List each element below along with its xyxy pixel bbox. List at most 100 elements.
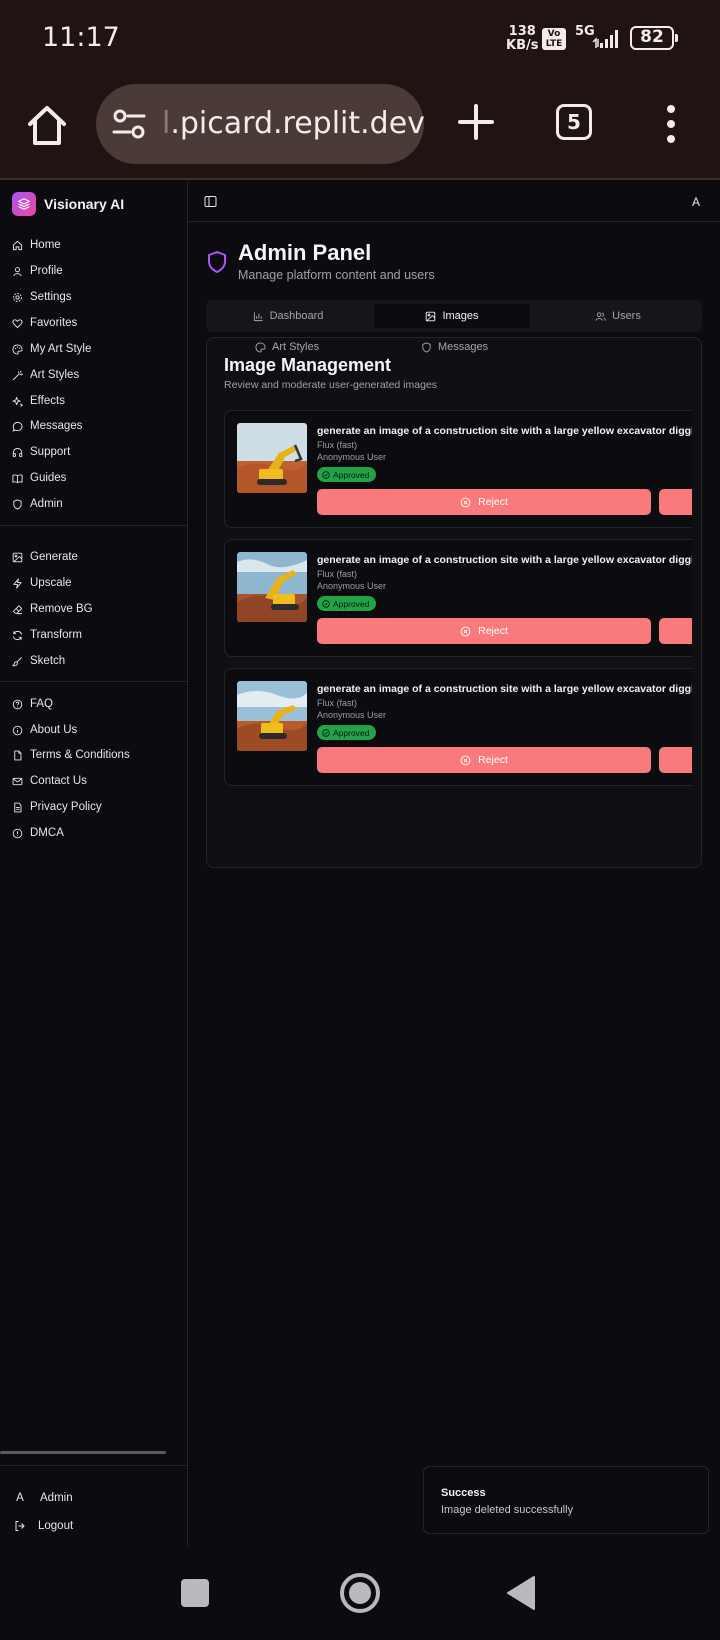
tab-users[interactable]: Users [540,304,696,328]
sidebar-item-about-us[interactable]: About Us [0,718,188,742]
sidebar-item-dmca[interactable]: DMCA [0,821,188,845]
sidebar-item-effects[interactable]: Effects [0,389,188,413]
sidebar-item-contact-us[interactable]: Contact Us [0,769,188,793]
image-icon [426,311,436,321]
reject-button[interactable]: Reject [317,618,651,644]
image-model: Flux (fast) [317,569,358,579]
sidebar-item-profile[interactable]: Profile [0,259,188,283]
site-settings-icon[interactable] [112,108,146,140]
brand[interactable]: Visionary AI [12,192,124,216]
sidebar-item-admin[interactable]: Admin [0,492,188,516]
tab-images[interactable]: Images [374,304,530,328]
file-icon [14,750,22,760]
toast-notification[interactable]: Success Image deleted successfully [423,1466,709,1534]
wand-icon [12,369,23,380]
image-item: generate an image of a construction site… [224,668,692,786]
sidebar-item-privacy-policy[interactable]: Privacy Policy [0,795,188,819]
status-bar: 11:17 138 KB/s Vo LTE 5G 82 [0,0,720,80]
main-topbar: A [188,182,720,222]
logout-icon [15,1521,25,1531]
url-text[interactable]: l.picard.replit.dev [162,106,425,141]
image-thumbnail[interactable] [237,681,307,751]
sidebar-item-settings[interactable]: Settings [0,285,188,309]
page-subtitle: Manage platform content and users [238,268,435,282]
address-bar[interactable]: l.picard.replit.dev [96,84,425,164]
image-model: Flux (fast) [317,698,358,708]
image-list: generate an image of a construction site… [224,410,692,790]
sidebar-divider [0,681,188,682]
recents-icon[interactable] [180,1578,210,1608]
image-user: Anonymous User [317,710,387,720]
image-item: generate an image of a construction site… [224,410,692,528]
back-icon[interactable] [506,1575,536,1611]
shield-icon [13,498,22,510]
image-user: Anonymous User [317,581,387,591]
bar-chart-icon [253,311,263,321]
image-prompt: generate an image of a construction site… [317,554,692,566]
sidebar-item-sketch[interactable]: Sketch [0,649,188,673]
image-item: generate an image of a construction site… [224,539,692,657]
sidebar-item-favorites[interactable]: Favorites [0,311,188,335]
image-thumbnail[interactable] [237,423,307,493]
sidebar-user[interactable]: A Admin [12,1490,72,1506]
tab-messages[interactable]: Messages [421,338,488,356]
card-subtitle: Review and moderate user-generated image… [224,379,438,391]
image-management-card: Art Styles Messages Image Management Rev… [206,337,702,868]
mail-icon [12,777,23,785]
reject-button[interactable]: Reject [317,489,651,515]
delete-button[interactable] [659,618,692,644]
logout-button[interactable]: Logout [12,1518,73,1534]
document-icon [14,802,22,812]
tab-switcher-button[interactable]: 5 [556,104,592,140]
sidebar-item-messages[interactable]: Messages [0,414,188,438]
palette-icon [255,341,266,353]
network-speed: 138 KB/s [506,25,538,53]
help-icon [12,699,23,709]
tab-dashboard[interactable]: Dashboard [210,304,366,328]
shield-icon [422,341,431,353]
image-thumbnail[interactable] [237,552,307,622]
delete-button[interactable] [659,747,692,773]
new-tab-icon[interactable] [456,100,496,144]
volte-icon: Vo LTE [542,28,566,50]
tab-art-styles[interactable]: Art Styles [255,338,319,356]
message-icon [12,421,23,432]
check-circle-icon [322,599,330,608]
sidebar-item-generate[interactable]: Generate [0,545,188,569]
sidebar-item-upscale[interactable]: Upscale [0,571,188,595]
sidebar-item-support[interactable]: Support [0,440,188,464]
brand-name: Visionary AI [44,196,125,212]
sidebar-scrollbar[interactable] [0,1451,166,1454]
page-title: Admin Panel [238,240,372,265]
sidebar-item-remove-bg[interactable]: Remove BG [0,597,188,621]
sidebar-toggle-icon[interactable] [204,195,217,208]
toast-title: Success [441,1487,486,1499]
reject-button[interactable]: Reject [317,747,651,773]
delete-button[interactable] [659,489,692,515]
info-icon [12,725,23,735]
system-nav-bar [0,1546,720,1640]
home-icon [12,240,23,250]
image-icon [12,552,23,562]
status-badge: Approved [317,596,377,611]
sidebar-item-my-art-style[interactable]: My Art Style [0,337,188,361]
alert-icon [12,828,23,838]
shield-icon [208,251,226,273]
sidebar: Visionary AI Home Profile Settings Favor… [0,182,188,1546]
sidebar-item-home[interactable]: Home [0,233,188,257]
status-badge: Approved [317,467,377,482]
headphones-icon [12,447,23,457]
more-menu-icon[interactable] [664,102,678,146]
sidebar-item-faq[interactable]: FAQ [0,692,188,716]
logout-label: Logout [38,1520,74,1532]
home-nav-icon[interactable] [339,1572,381,1614]
sidebar-item-art-styles[interactable]: Art Styles [0,363,188,387]
image-prompt: generate an image of a construction site… [317,425,692,437]
home-icon[interactable] [24,102,70,148]
check-circle-icon [322,470,330,479]
sidebar-item-guides[interactable]: Guides [0,466,188,490]
sidebar-item-terms[interactable]: Terms & Conditions [0,743,188,767]
sidebar-item-transform[interactable]: Transform [0,623,188,647]
toast-message: Image deleted successfully [441,1504,574,1516]
user-avatar-button[interactable]: A [684,190,708,214]
